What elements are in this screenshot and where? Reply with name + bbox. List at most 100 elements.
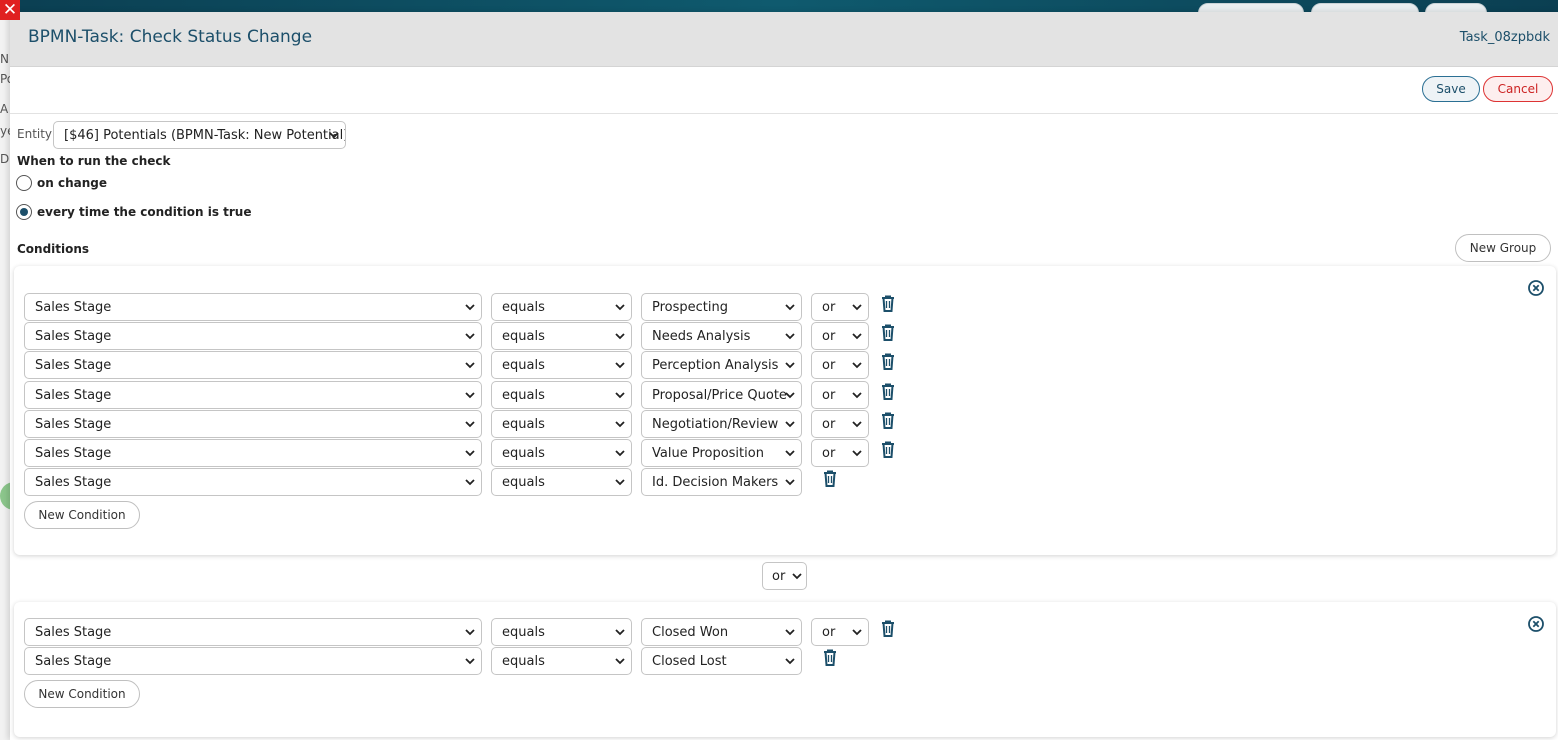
delete-condition-icon[interactable]	[881, 353, 895, 370]
condition-value-select[interactable]: Negotiation/Review	[641, 410, 802, 438]
delete-condition-icon[interactable]	[881, 295, 895, 312]
condition-operator-select-value: equals	[502, 328, 545, 344]
chevron-down-icon	[615, 304, 625, 311]
radio-button[interactable]	[16, 175, 32, 191]
condition-join-select-value: or	[822, 624, 836, 640]
delete-condition-icon[interactable]	[881, 324, 895, 341]
group-connector-value: or	[772, 568, 786, 584]
condition-value-select[interactable]: Prospecting	[641, 293, 802, 321]
chevron-down-icon	[615, 479, 625, 486]
condition-join-select[interactable]: or	[811, 618, 869, 646]
condition-field-select-value: Sales Stage	[35, 624, 112, 640]
dialog-header: BPMN-Task: Check Status Change Task_08zp…	[10, 12, 1558, 67]
condition-join-select[interactable]: or	[811, 293, 869, 321]
chevron-down-icon	[785, 658, 795, 665]
delete-condition-icon[interactable]	[881, 441, 895, 458]
condition-operator-select[interactable]: equals	[491, 381, 632, 409]
condition-field-select[interactable]: Sales Stage	[24, 647, 482, 675]
condition-field-select[interactable]: Sales Stage	[24, 381, 482, 409]
chevron-down-icon	[792, 573, 802, 580]
new-condition-button[interactable]: New Condition	[24, 680, 140, 708]
condition-join-select[interactable]: or	[811, 322, 869, 350]
condition-join-select-value: or	[822, 357, 836, 373]
condition-value-select[interactable]: Closed Lost	[641, 647, 802, 675]
condition-join-select[interactable]: or	[811, 381, 869, 409]
save-button[interactable]: Save	[1422, 76, 1480, 102]
delete-condition-icon[interactable]	[881, 412, 895, 429]
chevron-down-icon	[465, 450, 475, 457]
condition-value-select[interactable]: Perception Analysis	[641, 351, 802, 379]
chevron-down-icon	[465, 479, 475, 486]
condition-value-select[interactable]: Closed Won	[641, 618, 802, 646]
delete-condition-icon[interactable]	[823, 470, 837, 487]
condition-field-select[interactable]: Sales Stage	[24, 468, 482, 496]
condition-operator-select[interactable]: equals	[491, 618, 632, 646]
condition-operator-select-value: equals	[502, 299, 545, 315]
condition-operator-select[interactable]: equals	[491, 351, 632, 379]
condition-operator-select[interactable]: equals	[491, 468, 632, 496]
condition-join-select[interactable]: or	[811, 351, 869, 379]
condition-value-select-value: Id. Decision Makers	[652, 474, 779, 490]
condition-value-select[interactable]: Needs Analysis	[641, 322, 802, 350]
condition-operator-select[interactable]: equals	[491, 439, 632, 467]
condition-field-select[interactable]: Sales Stage	[24, 293, 482, 321]
condition-field-select[interactable]: Sales Stage	[24, 410, 482, 438]
condition-operator-select-value: equals	[502, 357, 545, 373]
new-group-button[interactable]: New Group	[1455, 234, 1551, 262]
condition-operator-select-value: equals	[502, 624, 545, 640]
remove-group-icon[interactable]	[1528, 280, 1544, 296]
condition-field-select[interactable]: Sales Stage	[24, 322, 482, 350]
cancel-button[interactable]: Cancel	[1483, 76, 1553, 102]
conditions-label: Conditions	[17, 242, 90, 256]
chevron-down-icon	[465, 629, 475, 636]
delete-condition-icon[interactable]	[881, 620, 895, 637]
chevron-down-icon	[852, 629, 862, 636]
new-condition-button[interactable]: New Condition	[24, 501, 140, 529]
condition-operator-select[interactable]: equals	[491, 322, 632, 350]
condition-field-select-value: Sales Stage	[35, 474, 112, 490]
condition-join-select-value: or	[822, 387, 836, 403]
delete-condition-icon[interactable]	[881, 383, 895, 400]
condition-operator-select[interactable]: equals	[491, 647, 632, 675]
chevron-down-icon	[329, 132, 339, 139]
entity-select-value: [$46] Potentials (BPMN-Task: New Potenti…	[64, 127, 346, 143]
condition-operator-select-value: equals	[502, 387, 545, 403]
condition-field-select[interactable]: Sales Stage	[24, 351, 482, 379]
condition-join-select[interactable]: or	[811, 410, 869, 438]
condition-value-select-value: Negotiation/Review	[652, 416, 779, 432]
condition-join-select-value: or	[822, 328, 836, 344]
radio-button-checked[interactable]	[16, 204, 32, 220]
condition-join-select-value: or	[822, 299, 836, 315]
condition-value-select-value: Closed Won	[652, 624, 729, 640]
condition-value-select[interactable]: Value Proposition	[641, 439, 802, 467]
remove-group-icon[interactable]	[1528, 616, 1544, 632]
chevron-down-icon	[615, 421, 625, 428]
condition-operator-select-value: equals	[502, 474, 545, 490]
condition-value-select-value: Prospecting	[652, 299, 728, 315]
condition-value-select-value: Needs Analysis	[652, 328, 751, 344]
chevron-down-icon	[852, 362, 862, 369]
condition-join-select[interactable]: or	[811, 439, 869, 467]
chevron-down-icon	[785, 392, 795, 399]
condition-field-select[interactable]: Sales Stage	[24, 439, 482, 467]
radio-every-time[interactable]: every time the condition is true	[16, 204, 251, 220]
when-to-run-label: When to run the check	[17, 154, 171, 168]
condition-value-select-value: Perception Analysis	[652, 357, 779, 373]
condition-join-select-value: or	[822, 445, 836, 461]
condition-field-select[interactable]: Sales Stage	[24, 618, 482, 646]
chevron-down-icon	[615, 362, 625, 369]
entity-select[interactable]: [$46] Potentials (BPMN-Task: New Potenti…	[53, 121, 346, 149]
close-icon[interactable]: ✕	[0, 0, 20, 20]
group-connector-select[interactable]: or	[762, 562, 807, 590]
radio-on-change[interactable]: on change	[16, 175, 107, 191]
chevron-down-icon	[852, 333, 862, 340]
condition-field-select-value: Sales Stage	[35, 357, 112, 373]
condition-operator-select[interactable]: equals	[491, 293, 632, 321]
radio-label: every time the condition is true	[37, 205, 252, 219]
condition-value-select[interactable]: Proposal/Price Quote	[641, 381, 802, 409]
condition-operator-select[interactable]: equals	[491, 410, 632, 438]
chevron-down-icon	[465, 392, 475, 399]
delete-condition-icon[interactable]	[823, 649, 837, 666]
condition-value-select[interactable]: Id. Decision Makers	[641, 468, 802, 496]
condition-field-select-value: Sales Stage	[35, 387, 112, 403]
